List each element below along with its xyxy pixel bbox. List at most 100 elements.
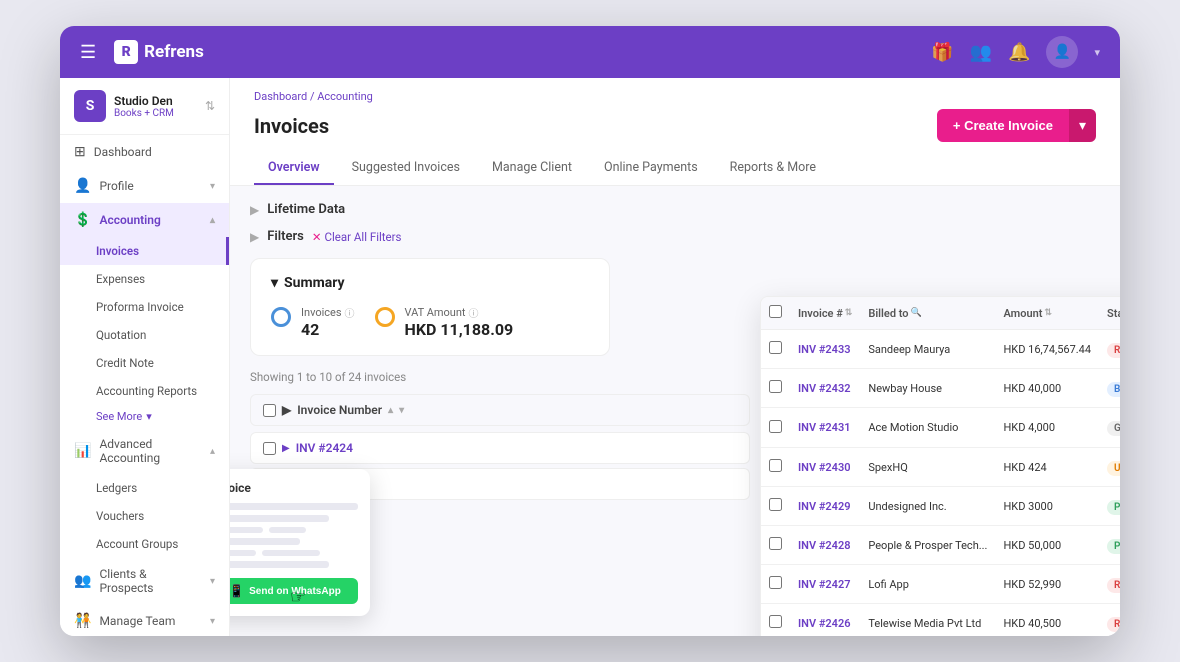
invoice-num-sort[interactable]: Invoice # ⇅	[798, 307, 852, 320]
row-checkbox-cell-7	[761, 604, 790, 637]
amount-sort[interactable]: Amount ⇅	[1003, 307, 1052, 320]
row-amount-7: HKD 40,500	[995, 604, 1099, 637]
billed-to-sort[interactable]: Billed to 🔍	[868, 307, 921, 320]
clear-all-filters-button[interactable]: ✕ Clear All Filters	[312, 230, 402, 244]
preview-line-row-1	[230, 527, 358, 533]
invoices-label: Invoices ⓘ	[301, 305, 355, 320]
invoice-table-container: Invoice # ⇅ Billed to 🔍 Amount ⇅ Status …	[760, 296, 1120, 636]
inv-link-4[interactable]: INV #2429	[798, 500, 851, 513]
sidebar-item-manage-team[interactable]: 🧑‍🤝‍🧑 Manage Team ▾	[60, 604, 229, 636]
invoice-sort-desc-icon[interactable]: ▾	[399, 405, 404, 416]
row-check-5[interactable]	[769, 537, 782, 550]
sidebar-subitem-creditnote[interactable]: Credit Note	[60, 349, 229, 377]
sidebar-subitem-vouchers[interactable]: Vouchers	[60, 502, 229, 530]
page-title: Invoices	[254, 114, 329, 138]
sidebar-item-accounting[interactable]: 💲 Accounting ▴	[60, 203, 229, 237]
row-inv-num-6: INV #2427	[790, 565, 860, 604]
sidebar-item-profile[interactable]: 👤 Profile ▾	[60, 169, 229, 203]
dashboard-icon: ⊞	[74, 144, 86, 160]
sidebar: S Studio Den Books + CRM ⇅ ⊞ Dashboard 👤…	[60, 78, 230, 636]
avatar[interactable]: 👤	[1046, 36, 1078, 68]
th-checkbox	[761, 297, 790, 330]
inv-link-5[interactable]: INV #2428	[798, 539, 851, 552]
sidebar-subitem-reports[interactable]: Accounting Reports	[60, 377, 229, 405]
inv-link-6[interactable]: INV #2427	[798, 578, 851, 591]
inv-link-1[interactable]: INV #2432	[798, 382, 851, 395]
select-all-checkbox[interactable]	[263, 404, 276, 417]
table-row: INV #2428 People & Prosper Tech... HKD 5…	[761, 526, 1120, 565]
summary-item-vat: VAT Amount ⓘ HKD 11,188.09	[375, 305, 514, 339]
row-status-7: Red Tag	[1099, 604, 1120, 637]
sidebar-subitem-quotation[interactable]: Quotation	[60, 321, 229, 349]
see-more-link[interactable]: See More ▾	[60, 405, 229, 428]
status-sort[interactable]: Status 🔍	[1107, 307, 1120, 320]
row-amount-1: HKD 40,000	[995, 369, 1099, 408]
breadcrumb-dashboard[interactable]: Dashboard	[254, 90, 307, 103]
sidebar-item-dashboard[interactable]: ⊞ Dashboard	[60, 135, 229, 169]
row-billed-7: Telewise Media Pvt Ltd	[860, 604, 995, 637]
row-inv-num-2: INV #2431	[790, 408, 860, 448]
invoice-sort-asc-icon[interactable]: ▴	[388, 405, 393, 416]
tab-manage-client[interactable]: Manage Client	[478, 152, 586, 185]
row-check-2[interactable]	[769, 420, 782, 433]
row-check-4[interactable]	[769, 498, 782, 511]
row-check-7[interactable]	[769, 615, 782, 628]
row-inv-num-7: INV #2426	[790, 604, 860, 637]
workspace-sub: Books + CRM	[114, 108, 197, 119]
tab-overview[interactable]: Overview	[254, 152, 334, 185]
gift-icon[interactable]: 🎁	[931, 42, 953, 63]
users-icon[interactable]: 👥	[970, 42, 992, 63]
preview-lines	[230, 503, 358, 568]
accounting-icon: 💲	[74, 212, 91, 228]
tab-online-payments[interactable]: Online Payments	[590, 152, 712, 185]
sidebar-subitem-invoices[interactable]: Invoices	[60, 237, 229, 265]
status-badge-5: Paid	[1107, 539, 1120, 554]
sidebar-subitem-expenses[interactable]: Expenses	[60, 265, 229, 293]
status-badge-0: Red Tag	[1107, 343, 1120, 358]
row-inv-num-1: INV #2432	[790, 369, 860, 408]
filters-arrow[interactable]: ▶	[250, 230, 259, 244]
inv-link-3[interactable]: INV #2430	[798, 461, 851, 474]
create-invoice-dropdown[interactable]: ▾	[1069, 109, 1096, 142]
tab-suggested-invoices[interactable]: Suggested Invoices	[338, 152, 474, 185]
invoices-value: 42	[301, 320, 355, 339]
tab-reports-more[interactable]: Reports & More	[716, 152, 830, 185]
row-check-6[interactable]	[769, 576, 782, 589]
row-billed-0: Sandeep Maurya	[860, 330, 995, 369]
inv-link-2[interactable]: INV #2431	[798, 421, 851, 434]
inv-link-expanded-1[interactable]: INV #2424	[296, 441, 353, 455]
row-checkbox-1[interactable]	[263, 442, 276, 455]
logo-text: Refrens	[144, 42, 204, 62]
lifetime-data-arrow[interactable]: ▶	[250, 203, 259, 217]
summary-arrow[interactable]: ▾	[271, 275, 278, 291]
sidebar-item-advanced-accounting[interactable]: 📊 Advanced Accounting ▴	[60, 428, 229, 474]
lifetime-data-section: ▶ Lifetime Data	[250, 202, 750, 217]
top-navigation: ☰ R Refrens 🎁 👥 🔔 👤 ▾	[60, 26, 1120, 78]
see-more-text: See More	[96, 410, 142, 423]
hamburger-icon[interactable]: ☰	[80, 42, 96, 63]
invoice-number-label: Invoice Number	[297, 403, 382, 417]
sidebar-item-clients-prospects[interactable]: 👥 Clients & Prospects ▾	[60, 558, 229, 604]
row-amount-5: HKD 50,000	[995, 526, 1099, 565]
workspace-chevron-icon: ⇅	[205, 99, 215, 113]
summary-items: Invoices ⓘ 42 VAT Amount ⓘ	[271, 305, 589, 339]
preview-line-sm-4	[262, 550, 320, 556]
row-check-3[interactable]	[769, 459, 782, 472]
row-status-5: Paid	[1099, 526, 1120, 565]
inv-link-0[interactable]: INV #2433	[798, 343, 851, 356]
create-invoice-button[interactable]: + Create Invoice	[937, 109, 1069, 142]
sidebar-subitem-account-groups[interactable]: Account Groups	[60, 530, 229, 558]
table-select-all[interactable]	[769, 305, 782, 318]
bell-icon[interactable]: 🔔	[1008, 42, 1030, 63]
th-invoice-num: Invoice # ⇅	[790, 297, 860, 330]
row-billed-6: Lofi App	[860, 565, 995, 604]
inv-link-7[interactable]: INV #2426	[798, 617, 851, 630]
row-check-0[interactable]	[769, 341, 782, 354]
preview-line-sm-3	[230, 550, 256, 556]
breadcrumb-accounting[interactable]: Accounting	[317, 90, 373, 103]
row-check-1[interactable]	[769, 380, 782, 393]
sidebar-subitem-ledgers[interactable]: Ledgers	[60, 474, 229, 502]
workspace-card[interactable]: S Studio Den Books + CRM ⇅	[60, 78, 229, 135]
sidebar-subitem-proforma[interactable]: Proforma Invoice	[60, 293, 229, 321]
row-expand-icon-1[interactable]: ▶	[282, 443, 290, 454]
